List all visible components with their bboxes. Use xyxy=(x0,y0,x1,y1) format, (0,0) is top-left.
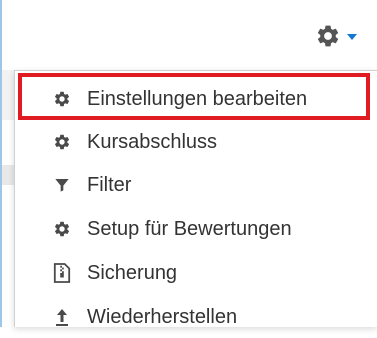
menu-item-grades-setup[interactable]: Setup für Bewertungen xyxy=(15,208,377,250)
menu-item-edit-settings[interactable]: Einstellungen bearbeiten xyxy=(15,78,377,120)
menu-item-label: Setup für Bewertungen xyxy=(87,217,292,240)
settings-menu-toggle[interactable] xyxy=(315,22,363,50)
caret-down-icon xyxy=(347,34,357,40)
menu-item-backup[interactable]: Sicherung xyxy=(15,252,377,294)
page-frame: Einstellungen bearbeiten Kursabschluss F… xyxy=(0,0,377,328)
menu-item-label: Einstellungen bearbeiten xyxy=(87,87,308,110)
settings-dropdown-menu: Einstellungen bearbeiten Kursabschluss F… xyxy=(14,70,377,328)
gear-icon xyxy=(53,220,71,238)
menu-item-restore[interactable]: Wiederherstellen xyxy=(15,296,377,338)
menu-item-label: Filter xyxy=(87,173,132,196)
menu-item-label: Wiederherstellen xyxy=(87,305,238,328)
menu-item-filter[interactable]: Filter xyxy=(15,164,377,206)
gear-icon xyxy=(315,23,341,49)
gear-icon xyxy=(53,90,71,108)
menu-item-label: Kursabschluss xyxy=(87,130,218,153)
menu-item-course-completion[interactable]: Kursabschluss xyxy=(15,121,377,163)
header-bar xyxy=(2,0,377,70)
upload-arrow-icon xyxy=(53,308,71,326)
file-archive-icon xyxy=(53,263,71,283)
menu-item-label: Sicherung xyxy=(87,261,178,284)
filter-icon xyxy=(53,176,71,194)
gear-icon xyxy=(53,133,71,151)
